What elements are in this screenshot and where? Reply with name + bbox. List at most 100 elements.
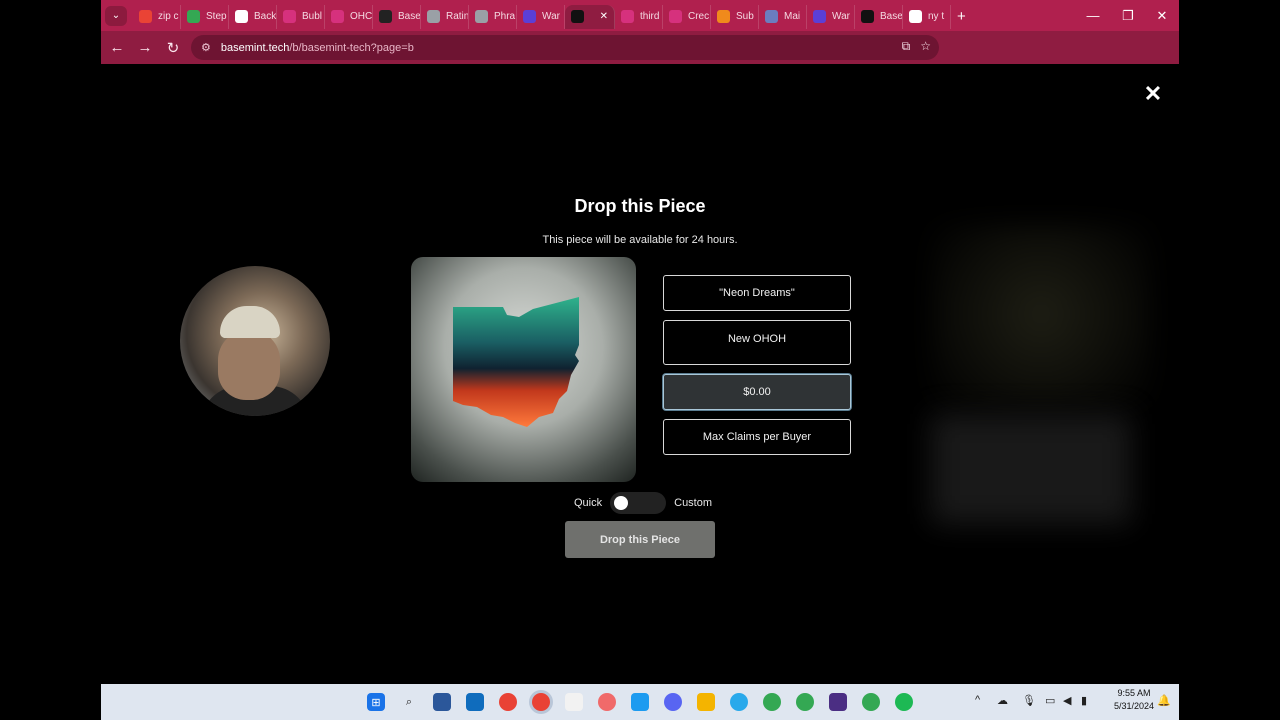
spotify-icon[interactable] xyxy=(895,693,913,711)
url-host: basemint.tech xyxy=(220,41,290,54)
browser-tab[interactable]: ✕ xyxy=(565,4,615,29)
clock-time: 9:55 AM xyxy=(1117,688,1151,698)
microphone-icon[interactable]: 🎙 xyxy=(1022,694,1036,707)
notification-bell-icon[interactable]: 🔔 xyxy=(1157,694,1171,707)
windows-taskbar: ⊞ ⌕ ^ ☁ 🎙 ▭ ◀ ▮ 9:55 AM 5/31/2024 🔔 xyxy=(101,684,1179,720)
tabs-container: zip c Step Back Bubl OHC Base Ratin Phra War ✕ thi… xyxy=(133,0,951,31)
chrome-active-icon[interactable] xyxy=(532,693,550,711)
tab-label: Base xyxy=(880,11,903,22)
browser-tab[interactable]: Base xyxy=(855,4,903,29)
ohio-shape-art xyxy=(453,297,579,427)
back-button[interactable]: ← xyxy=(103,34,131,62)
browser-tab[interactable]: Step xyxy=(181,4,229,29)
asana-icon[interactable] xyxy=(598,693,616,711)
twitter-icon[interactable] xyxy=(631,693,649,711)
drop-piece-button[interactable]: Drop this Piece xyxy=(565,521,715,558)
forward-button[interactable]: → xyxy=(131,34,159,62)
reload-button[interactable]: ↻ xyxy=(159,34,187,62)
tab-favicon-icon xyxy=(139,10,152,23)
close-modal-button[interactable]: ✕ xyxy=(1141,81,1165,106)
modal-subtitle: This piece will be available for 24 hour… xyxy=(542,234,738,246)
toggle-knob xyxy=(614,496,629,510)
piece-name-input[interactable]: "Neon Dreams" xyxy=(663,275,851,311)
network-icon[interactable]: ▭ xyxy=(1045,694,1055,707)
chrome-profile-icon[interactable] xyxy=(763,693,781,711)
browser-tab[interactable]: War xyxy=(517,4,565,29)
site-info-icon[interactable]: ⚙ xyxy=(201,41,211,54)
tray-chevron-icon[interactable]: ^ xyxy=(975,694,980,706)
tab-favicon-icon xyxy=(813,10,826,23)
outlook-icon[interactable] xyxy=(466,693,484,711)
tab-favicon-icon xyxy=(621,10,634,23)
tab-label: third xyxy=(640,11,660,22)
open-in-app-icon[interactable]: ⧉ xyxy=(902,39,911,54)
address-bar[interactable]: ⚙ basemint.tech/b/basemint-tech?page=b ⧉… xyxy=(191,35,939,60)
battery-icon[interactable]: ▮ xyxy=(1081,694,1087,707)
tab-label: Step xyxy=(206,11,227,22)
tab-favicon-icon xyxy=(331,10,344,23)
restore-button[interactable]: ❐ xyxy=(1111,0,1145,31)
start-windows-icon[interactable]: ⊞ xyxy=(367,693,385,711)
tab-label: Mai xyxy=(784,11,801,22)
tab-label: Base xyxy=(398,11,421,22)
browser-tab[interactable]: Mai xyxy=(759,4,807,29)
clock-date: 5/31/2024 xyxy=(1113,701,1155,711)
tab-label: Sub xyxy=(736,11,754,22)
tab-favicon-icon xyxy=(427,10,440,23)
discord-icon[interactable] xyxy=(664,693,682,711)
tab-favicon-icon xyxy=(571,10,584,23)
tab-favicon-icon xyxy=(669,10,682,23)
bookmark-star-icon[interactable]: ☆ xyxy=(920,39,931,54)
browser-tab[interactable]: Ratin xyxy=(421,4,469,29)
background-blur-card xyxy=(931,414,1131,524)
browser-tab[interactable]: third xyxy=(615,4,663,29)
tab-label: Back xyxy=(254,11,277,22)
store-icon[interactable] xyxy=(433,693,451,711)
chrome-profile-2-icon[interactable] xyxy=(796,693,814,711)
browser-tab[interactable]: Back xyxy=(229,4,277,29)
close-window-button[interactable]: ✕ xyxy=(1145,0,1179,31)
toggle-label-custom: Custom xyxy=(674,497,713,509)
tab-label: Phra xyxy=(494,11,516,22)
app-icon-white[interactable] xyxy=(565,693,583,711)
browser-tab[interactable]: War xyxy=(807,4,855,29)
file-explorer-icon[interactable] xyxy=(697,693,715,711)
tab-label: War xyxy=(542,11,560,22)
browser-tab[interactable]: zip c xyxy=(133,4,181,29)
tab-strip: ⌄ zip c Step Back Bubl OHC Base Ratin Phra War ✕ t… xyxy=(101,0,1179,31)
chrome-profile-3-icon[interactable] xyxy=(862,693,880,711)
telegram-icon[interactable] xyxy=(730,693,748,711)
volume-icon[interactable]: ◀ xyxy=(1063,694,1071,707)
onedrive-icon[interactable]: ☁ xyxy=(997,694,1008,707)
tab-favicon-icon xyxy=(717,10,730,23)
new-tab-button[interactable]: + xyxy=(951,5,972,29)
description-textarea[interactable]: New OHOH xyxy=(663,320,851,365)
browser-tab[interactable]: Crec xyxy=(663,4,711,29)
browser-tab[interactable]: Bubl xyxy=(277,4,325,29)
minimize-button[interactable]: — xyxy=(1076,0,1110,31)
quick-custom-toggle[interactable] xyxy=(610,492,667,514)
mode-toggle-row: Quick Custom xyxy=(574,492,712,514)
w-app-icon[interactable] xyxy=(829,693,847,711)
tab-label: OHC xyxy=(350,11,373,22)
system-clock[interactable]: 9:55 AM 5/31/2024 xyxy=(1109,687,1159,713)
search-icon[interactable]: ⌕ xyxy=(400,693,418,711)
browser-tab[interactable]: ny t xyxy=(903,4,951,29)
browser-tab[interactable]: Sub xyxy=(711,4,759,29)
tab-label: Bubl xyxy=(302,11,323,22)
tab-favicon-icon xyxy=(379,10,392,23)
price-input[interactable]: $0.00 xyxy=(663,374,851,410)
tab-label: zip c xyxy=(158,11,179,22)
url-path: /b/basemint-tech?page=b xyxy=(289,41,414,54)
tab-favicon-icon xyxy=(283,10,296,23)
browser-tab[interactable]: Phra xyxy=(469,4,517,29)
close-tab-icon[interactable]: ✕ xyxy=(600,11,608,22)
tab-search-button[interactable]: ⌄ xyxy=(105,5,127,26)
webcam-cap xyxy=(220,306,280,338)
tab-favicon-icon xyxy=(909,10,922,23)
chrome-icon[interactable] xyxy=(499,693,517,711)
max-claims-input[interactable]: Max Claims per Buyer xyxy=(663,419,851,455)
browser-tab[interactable]: OHC xyxy=(325,4,373,29)
browser-tab[interactable]: Base xyxy=(373,4,421,29)
artwork-preview-image xyxy=(411,257,636,482)
